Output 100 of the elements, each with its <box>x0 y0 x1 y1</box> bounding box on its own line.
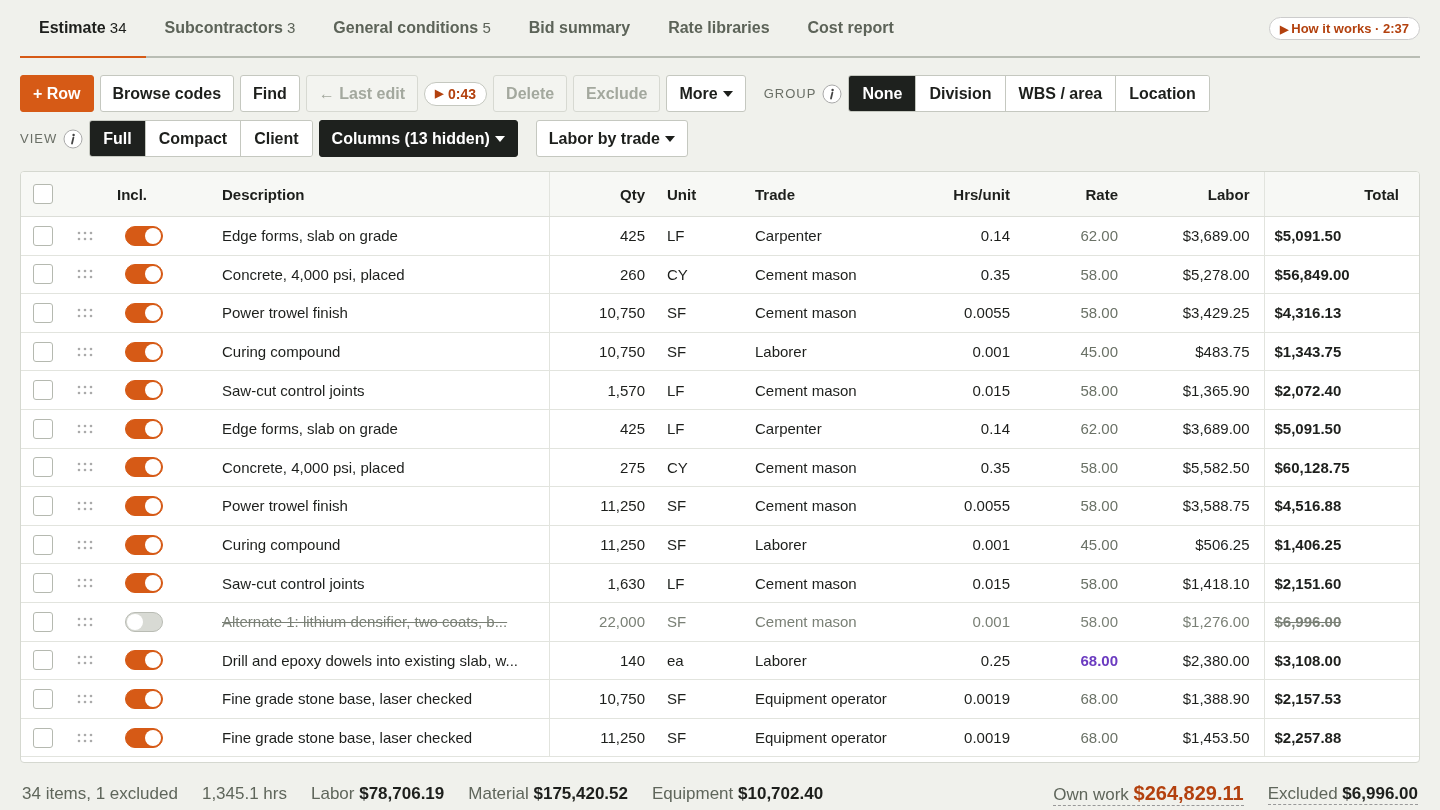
hours-cell: 0.25 <box>980 651 1010 669</box>
unit-cell: SF <box>667 613 687 631</box>
group-label: GROUP <box>763 86 817 101</box>
row-checkbox[interactable] <box>33 418 53 439</box>
hours-cell: 0.015 <box>972 574 1010 592</box>
include-toggle[interactable] <box>125 688 163 709</box>
total-cell: $4,516.88 <box>1274 497 1342 515</box>
caret-icon <box>664 135 675 142</box>
unit-cell: SF <box>667 536 687 554</box>
drag-handle-icon[interactable] <box>77 616 93 627</box>
drag-handle-icon[interactable] <box>77 308 93 318</box>
include-toggle[interactable] <box>125 341 163 362</box>
group-option[interactable]: None <box>849 76 916 111</box>
drag-handle-icon[interactable] <box>77 346 93 357</box>
quantity-cell: 11,250 <box>600 497 645 515</box>
tab[interactable]: General conditions 5 <box>314 0 510 58</box>
description-cell: Fine grade stone base, laser checked <box>222 729 473 746</box>
drag-handle-icon[interactable] <box>77 693 93 704</box>
trade-cell: Cement mason <box>755 265 857 283</box>
include-toggle[interactable] <box>125 611 163 632</box>
drag-handle-icon[interactable] <box>77 655 93 666</box>
group-option[interactable]: Location <box>1115 76 1209 111</box>
drag-handle-icon[interactable] <box>77 578 93 589</box>
labor-cell: $1,453.50 <box>1182 729 1250 746</box>
rate-cell: 58.00 <box>1080 304 1118 322</box>
tab[interactable]: Estimate 34 <box>20 0 146 58</box>
view-option[interactable]: Client <box>240 121 312 156</box>
column-header[interactable]: Trade <box>755 185 796 203</box>
row-checkbox[interactable] <box>33 225 53 246</box>
toolbar-button[interactable]: Find <box>240 75 300 112</box>
row-checkbox[interactable] <box>33 573 53 594</box>
description-cell: Fine grade stone base, laser checked <box>222 690 473 708</box>
toolbar-button[interactable]: Browse codes <box>99 75 235 112</box>
row-checkbox[interactable] <box>33 534 53 555</box>
dropdown-button[interactable]: Labor by trade <box>535 120 688 157</box>
include-toggle[interactable] <box>125 727 163 748</box>
description-cell: Edge forms, slab on grade <box>222 420 398 438</box>
row-checkbox[interactable] <box>33 650 53 671</box>
row-checkbox[interactable] <box>33 457 53 478</box>
include-toggle[interactable] <box>125 573 163 594</box>
column-header[interactable]: Description <box>222 185 305 203</box>
quantity-cell: 260 <box>619 265 645 283</box>
row-checkbox[interactable] <box>33 380 53 401</box>
play-button[interactable]: ▶ 0:43 <box>424 81 488 106</box>
column-header[interactable]: Total <box>1364 185 1399 203</box>
include-toggle[interactable] <box>125 303 163 323</box>
more-menu-button[interactable]: More <box>666 75 746 112</box>
drag-handle-icon[interactable] <box>77 732 93 743</box>
row-checkbox[interactable] <box>33 303 53 323</box>
view-option[interactable]: Full <box>90 121 145 156</box>
drag-handle-icon[interactable] <box>77 230 93 241</box>
include-toggle[interactable] <box>125 225 163 246</box>
quantity-cell: 11,250 <box>600 729 645 746</box>
tab[interactable]: Rate libraries <box>649 0 789 58</box>
info-icon[interactable] <box>822 83 843 104</box>
drag-handle-icon[interactable] <box>77 500 93 511</box>
excluded-total[interactable]: Excluded $6,996.00 <box>1267 783 1418 805</box>
tab[interactable]: Cost report <box>788 0 913 58</box>
column-header[interactable]: Unit <box>667 185 697 203</box>
include-toggle[interactable] <box>125 380 163 401</box>
row-checkbox[interactable] <box>33 727 53 748</box>
view-option[interactable]: Compact <box>144 121 241 156</box>
column-header[interactable]: Labor <box>1207 185 1250 203</box>
drag-handle-icon[interactable] <box>77 385 93 396</box>
column-header[interactable]: Incl. <box>117 185 147 203</box>
add-row-button[interactable]: + Row <box>20 75 94 112</box>
include-toggle[interactable] <box>125 495 163 516</box>
rate-cell: 58.00 <box>1080 458 1118 476</box>
include-toggle[interactable] <box>125 650 163 671</box>
include-toggle[interactable] <box>125 418 163 439</box>
row-checkbox[interactable] <box>33 688 53 709</box>
row-checkbox[interactable] <box>33 264 53 285</box>
description-cell: Saw-cut control joints <box>222 381 365 399</box>
row-checkbox[interactable] <box>33 495 53 516</box>
description-cell: Edge forms, slab on grade <box>222 227 398 245</box>
group-option[interactable]: WBS / area <box>1004 76 1116 111</box>
own-work-total[interactable]: Own work $264,829.11 <box>1053 782 1244 806</box>
labor-cell: $483.75 <box>1195 343 1250 361</box>
tab[interactable]: Bid summary <box>509 0 650 58</box>
trade-cell: Laborer <box>755 651 807 669</box>
column-header[interactable]: Rate <box>1085 185 1118 203</box>
select-all-checkbox[interactable] <box>33 184 53 204</box>
group-option[interactable]: Division <box>915 76 1005 111</box>
include-toggle[interactable] <box>125 534 163 555</box>
drag-handle-icon[interactable] <box>77 423 93 434</box>
drag-handle-icon[interactable] <box>77 539 93 550</box>
include-toggle[interactable] <box>125 457 163 478</box>
drag-handle-icon[interactable] <box>77 462 93 473</box>
info-icon[interactable] <box>63 128 84 149</box>
include-toggle[interactable] <box>125 264 163 285</box>
video-link[interactable]: ▶ How it works · 2:37 <box>1268 16 1420 40</box>
labor-cell: $2,380.00 <box>1182 651 1250 669</box>
row-checkbox[interactable] <box>33 611 53 632</box>
tab[interactable]: Subcontractors 3 <box>145 0 315 58</box>
drag-handle-icon[interactable] <box>77 269 93 280</box>
column-header[interactable]: Qty <box>620 185 645 203</box>
quantity-cell: 425 <box>619 420 645 438</box>
trade-cell: Cement mason <box>755 574 857 592</box>
dropdown-button[interactable]: Columns (13 hidden) <box>318 120 518 157</box>
row-checkbox[interactable] <box>33 341 53 362</box>
